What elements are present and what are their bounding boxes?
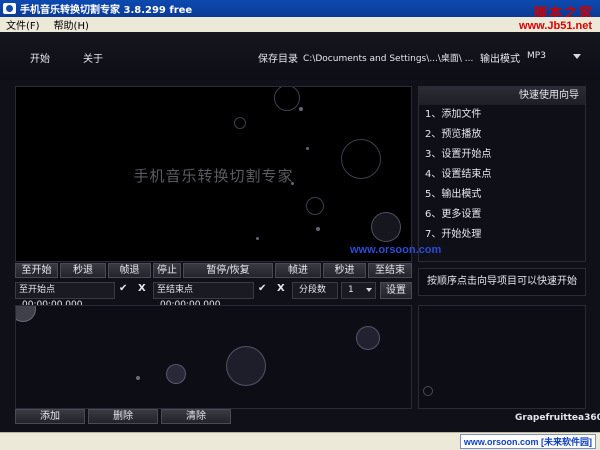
check-icon[interactable]: ✔ xyxy=(258,283,266,294)
check-icon[interactable]: ✔ xyxy=(119,283,127,294)
watermark-url: www.Jb51.net xyxy=(519,20,592,32)
top-toolbar: 开始 关于 保存目录 C:\Documents and Settings\...… xyxy=(0,32,600,80)
bubble-decoration xyxy=(16,306,36,322)
guide-item-set-start[interactable]: 3、设置开始点 xyxy=(419,145,585,165)
quick-guide-panel: 快速使用向导 1、添加文件 2、预览播放 3、设置开始点 4、设置结束点 5、输… xyxy=(418,86,586,262)
title-bar: 手机音乐转换切割专家 3.8.299 free xyxy=(0,0,600,17)
sparkle-dot xyxy=(256,237,259,240)
sparkle-dot xyxy=(299,107,303,111)
frame-back-button[interactable]: 帧退 xyxy=(108,263,151,278)
bubble-decoration xyxy=(234,117,246,129)
watermark-orsoon: www.orsoon.com xyxy=(350,244,442,256)
segments-label: 分段数 xyxy=(292,282,338,299)
sec-forward-button[interactable]: 秒进 xyxy=(323,263,366,278)
chevron-down-icon[interactable] xyxy=(366,288,372,292)
bubble-decoration xyxy=(371,212,401,242)
end-point-field[interactable]: 至结束点 00:00:00,000 xyxy=(153,282,254,310)
bubble-decoration xyxy=(423,386,433,396)
sparkle-dot xyxy=(306,147,309,150)
guide-item-start-process[interactable]: 7、开始处理 xyxy=(419,225,585,245)
bubble-decoration xyxy=(356,326,380,350)
clear-button[interactable]: 清除 xyxy=(161,409,231,424)
status-bar: www.orsoon.com [未来软件园] xyxy=(0,432,600,450)
output-mode-label: 输出模式 xyxy=(480,54,520,65)
bubble-decoration xyxy=(274,87,300,111)
bubble-decoration xyxy=(166,364,186,384)
menu-help[interactable]: 帮助(H) xyxy=(54,17,89,32)
status-link[interactable]: www.orsoon.com [未来软件园] xyxy=(459,434,596,449)
add-button[interactable]: 添加 xyxy=(15,409,85,424)
brand-label: Grapefruittea360 xyxy=(515,413,600,423)
sparkle-dot xyxy=(316,227,320,231)
to-end-button[interactable]: 至结束 xyxy=(368,263,412,278)
window-title: 手机音乐转换切割专家 3.8.299 free xyxy=(20,5,193,16)
guide-item-set-end[interactable]: 4、设置结束点 xyxy=(419,165,585,185)
start-point-field[interactable]: 至开始点 00:00:00,000 xyxy=(15,282,115,310)
preview-title: 手机音乐转换切割专家 xyxy=(133,167,294,185)
tab-start[interactable]: 开始 xyxy=(30,50,50,65)
video-preview: 手机音乐转换切割专家 xyxy=(15,86,412,262)
pause-resume-button[interactable]: 暂停/恢复 xyxy=(183,263,273,278)
sec-back-button[interactable]: 秒退 xyxy=(60,263,106,278)
settings-button[interactable]: 设置 xyxy=(380,282,412,299)
delete-button[interactable]: 删除 xyxy=(88,409,158,424)
main-panel: 开始 关于 保存目录 C:\Documents and Settings\...… xyxy=(0,32,600,432)
chevron-down-icon[interactable] xyxy=(573,54,581,59)
frame-forward-button[interactable]: 帧进 xyxy=(275,263,321,278)
file-list[interactable] xyxy=(15,305,412,409)
stop-button[interactable]: 停止 xyxy=(153,263,181,278)
start-point-label: 至开始点 xyxy=(19,285,56,295)
guide-item-preview[interactable]: 2、预览播放 xyxy=(419,125,585,145)
end-point-label: 至结束点 xyxy=(157,285,194,295)
app-icon xyxy=(3,3,16,14)
menu-bar: 文件(F) 帮助(H) xyxy=(0,17,600,32)
info-panel xyxy=(418,305,586,409)
clear-start-button[interactable]: X xyxy=(138,283,146,294)
guide-item-add-file[interactable]: 1、添加文件 xyxy=(419,105,585,125)
segments-select[interactable]: 1 xyxy=(341,282,376,299)
bubble-decoration xyxy=(226,346,266,386)
menu-file[interactable]: 文件(F) xyxy=(6,17,40,32)
output-mode-select[interactable]: MP3 xyxy=(527,51,546,61)
save-dir-path[interactable]: C:\Documents and Settings\...\桌面\ ... xyxy=(303,51,473,64)
segments-value: 1 xyxy=(348,285,354,295)
guide-item-more-settings[interactable]: 6、更多设置 xyxy=(419,205,585,225)
to-start-button[interactable]: 至开始 xyxy=(15,263,58,278)
clear-end-button[interactable]: X xyxy=(277,283,285,294)
guide-item-output-mode[interactable]: 5、输出模式 xyxy=(419,185,585,205)
sparkle-dot xyxy=(136,376,140,380)
guide-hint: 按顺序点击向导项目可以快速开始 xyxy=(418,268,586,296)
tab-about[interactable]: 关于 xyxy=(83,50,103,65)
save-dir-label: 保存目录 xyxy=(258,54,298,65)
bubble-decoration xyxy=(306,197,324,215)
guide-header: 快速使用向导 xyxy=(419,87,585,105)
